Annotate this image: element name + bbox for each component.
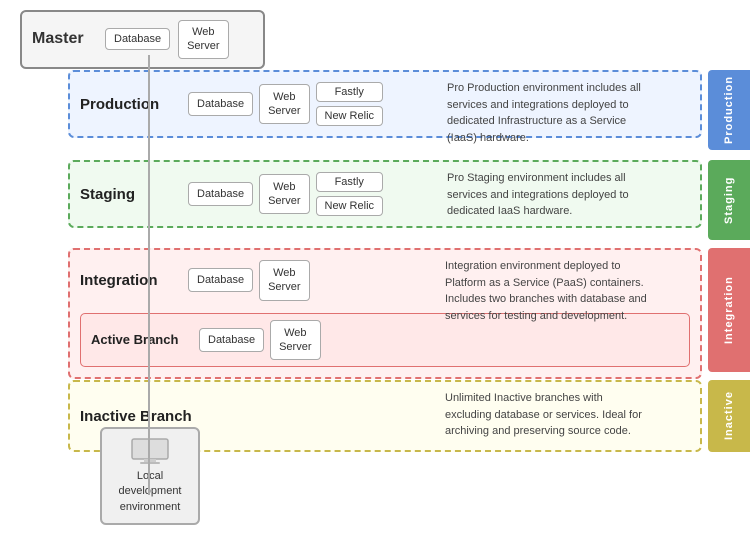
staging-database: Database	[188, 182, 253, 206]
sidebar-staging-label: Staging	[708, 160, 750, 240]
production-fastly: Fastly	[316, 82, 384, 102]
diagram-container: Master Database WebServer Production Dat…	[0, 0, 750, 537]
staging-newrelic: New Relic	[316, 196, 384, 216]
active-branch-title: Active Branch	[91, 332, 191, 347]
master-box: Master Database WebServer	[20, 10, 265, 69]
sidebar-production-label: Production	[708, 70, 750, 150]
sidebar-integration-label: Integration	[708, 248, 750, 372]
production-database: Database	[188, 92, 253, 116]
master-database: Database	[105, 28, 170, 50]
local-dev-box: Local development environment	[100, 427, 200, 525]
inactive-title: Inactive Branch	[80, 408, 192, 425]
production-title: Production	[80, 96, 180, 113]
production-description: Pro Production environment includes all …	[447, 80, 652, 146]
master-webserver: WebServer	[178, 20, 228, 59]
production-newrelic: New Relic	[316, 106, 384, 126]
active-branch-database: Database	[199, 328, 264, 352]
staging-description: Pro Staging environment includes all ser…	[447, 170, 652, 220]
staging-extras: Fastly New Relic	[316, 172, 384, 216]
staging-services: Database WebServer Fastly New Relic	[188, 172, 383, 216]
integration-webserver: WebServer	[259, 260, 309, 301]
sidebar-inactive-label: Inactive	[708, 380, 750, 452]
production-services: Database WebServer Fastly New Relic	[188, 82, 383, 126]
staging-section: Staging Database WebServer Fastly New Re…	[68, 160, 702, 228]
staging-title: Staging	[80, 186, 180, 203]
master-label: Master	[32, 30, 97, 48]
staging-webserver: WebServer	[259, 174, 309, 215]
integration-services: Database WebServer	[188, 260, 310, 301]
production-webserver: WebServer	[259, 84, 309, 125]
active-branch-services: Database WebServer	[199, 320, 321, 361]
integration-title: Integration	[80, 272, 180, 289]
vertical-connector	[148, 55, 150, 495]
integration-section: Integration Database WebServer Active Br…	[68, 248, 702, 379]
local-dev-label: Local development environment	[119, 470, 182, 513]
integration-database: Database	[188, 268, 253, 292]
inactive-description: Unlimited Inactive branches with excludi…	[445, 390, 650, 440]
production-section: Production Database WebServer Fastly New…	[68, 70, 702, 138]
active-branch-webserver: WebServer	[270, 320, 320, 361]
integration-description: Integration environment deployed to Plat…	[445, 258, 650, 324]
staging-fastly: Fastly	[316, 172, 384, 192]
production-extras: Fastly New Relic	[316, 82, 384, 126]
